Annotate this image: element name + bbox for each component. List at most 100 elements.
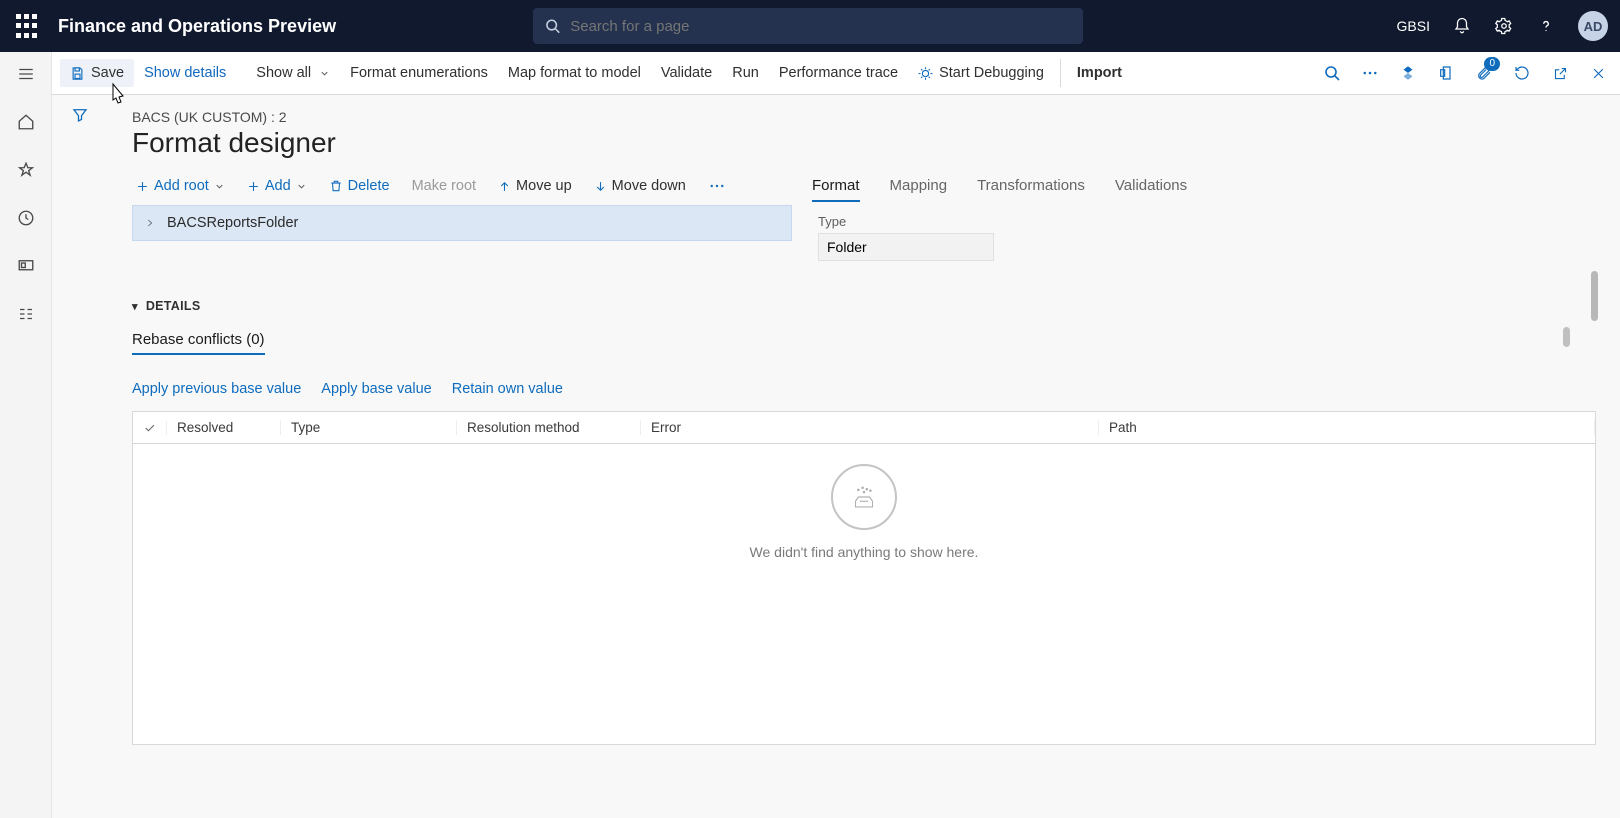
- add-button[interactable]: Add: [243, 174, 311, 198]
- performance-trace-button[interactable]: Performance trace: [769, 59, 908, 87]
- delete-button[interactable]: Delete: [325, 174, 394, 198]
- map-format-button[interactable]: Map format to model: [498, 59, 651, 87]
- ellipsis-icon: [708, 177, 726, 195]
- help-icon[interactable]: [1536, 16, 1556, 36]
- gear-icon[interactable]: [1494, 16, 1514, 36]
- select-all-checkbox[interactable]: [133, 421, 167, 435]
- type-field[interactable]: [818, 233, 994, 261]
- trash-icon: [329, 179, 343, 193]
- attachments-badge: 0: [1484, 57, 1500, 71]
- app-launcher-icon[interactable]: [12, 12, 40, 40]
- conflicts-table: Resolved Type Resolution method Error Pa…: [132, 411, 1596, 745]
- global-search[interactable]: [533, 8, 1083, 44]
- search-icon: [545, 18, 560, 34]
- format-tree: BACSReportsFolder: [132, 205, 792, 241]
- dataverse-icon[interactable]: [1398, 63, 1418, 83]
- debug-icon: [918, 66, 933, 81]
- find-button[interactable]: [1322, 63, 1342, 83]
- filter-icon: [71, 106, 89, 124]
- scrollbar-thumb[interactable]: [1563, 327, 1570, 347]
- col-error[interactable]: Error: [641, 420, 1099, 435]
- star-icon[interactable]: [15, 159, 37, 181]
- empty-message: We didn't find anything to show here.: [750, 544, 979, 560]
- chevron-down-icon: [296, 181, 307, 192]
- col-type[interactable]: Type: [281, 420, 457, 435]
- home-icon[interactable]: [15, 111, 37, 133]
- app-title: Finance and Operations Preview: [58, 16, 336, 37]
- right-panel: Format Mapping Transformations Validatio…: [812, 173, 1596, 261]
- details-header[interactable]: ▾ DETAILS: [132, 299, 1596, 313]
- tab-validations[interactable]: Validations: [1115, 173, 1187, 202]
- show-details-button[interactable]: Show details: [134, 59, 236, 87]
- avatar[interactable]: AD: [1578, 11, 1608, 41]
- scrollbar-thumb[interactable]: [1591, 271, 1598, 321]
- workspace-icon[interactable]: [15, 255, 37, 277]
- popout-button[interactable]: [1550, 63, 1570, 83]
- check-icon: [143, 421, 156, 435]
- close-icon: [1591, 66, 1606, 81]
- tab-mapping[interactable]: Mapping: [890, 173, 948, 202]
- toolbar-more-button[interactable]: [704, 173, 730, 199]
- make-root-button: Make root: [408, 174, 480, 198]
- empty-icon: [831, 464, 897, 530]
- top-right: GBSI AD: [1397, 0, 1608, 52]
- format-enumerations-button[interactable]: Format enumerations: [340, 59, 498, 87]
- refresh-icon: [1514, 65, 1530, 81]
- left-rail: [0, 52, 52, 818]
- more-button[interactable]: [1360, 63, 1380, 83]
- tab-format[interactable]: Format: [812, 173, 860, 202]
- col-path[interactable]: Path: [1099, 420, 1595, 435]
- arrow-down-icon: [594, 180, 607, 193]
- empty-state: We didn't find anything to show here.: [133, 444, 1595, 744]
- show-all-dropdown[interactable]: Show all: [246, 59, 340, 87]
- arrow-up-icon: [498, 180, 511, 193]
- search-input[interactable]: [570, 18, 1071, 35]
- import-button[interactable]: Import: [1067, 59, 1132, 87]
- recent-icon[interactable]: [15, 207, 37, 229]
- designer-toolbar: Add root Add Delete Make root Move up: [132, 173, 792, 199]
- retain-own-button[interactable]: Retain own value: [452, 381, 563, 397]
- move-down-button[interactable]: Move down: [590, 174, 690, 198]
- apply-base-button[interactable]: Apply base value: [321, 381, 431, 397]
- command-bar: Save Show details Show all Format enumer…: [52, 52, 1620, 95]
- breadcrumb: BACS (UK CUSTOM) : 2: [132, 109, 1596, 125]
- bell-icon[interactable]: [1452, 16, 1472, 36]
- tab-transformations[interactable]: Transformations: [977, 173, 1085, 202]
- apply-previous-base-button[interactable]: Apply previous base value: [132, 381, 301, 397]
- search-icon: [1324, 65, 1340, 81]
- apply-bar: Apply previous base value Apply base val…: [132, 381, 1596, 397]
- attachments-button[interactable]: 0: [1474, 63, 1494, 83]
- close-button[interactable]: [1588, 63, 1608, 83]
- add-root-button[interactable]: Add root: [132, 174, 229, 198]
- save-icon: [70, 66, 85, 81]
- chevron-down-icon: [319, 68, 330, 79]
- col-resolved[interactable]: Resolved: [167, 420, 281, 435]
- run-button[interactable]: Run: [722, 59, 769, 87]
- table-header: Resolved Type Resolution method Error Pa…: [133, 412, 1595, 444]
- modules-icon[interactable]: [15, 303, 37, 325]
- type-label: Type: [818, 214, 1596, 229]
- validate-button[interactable]: Validate: [651, 59, 722, 87]
- top-bar: Finance and Operations Preview GBSI AD: [0, 0, 1620, 52]
- company-code[interactable]: GBSI: [1397, 18, 1430, 34]
- popout-icon: [1553, 66, 1568, 81]
- chevron-down-icon: [214, 181, 225, 192]
- ellipsis-icon: [1361, 64, 1379, 82]
- page-title: Format designer: [132, 127, 1596, 159]
- plus-icon: [247, 180, 260, 193]
- save-button[interactable]: Save: [60, 59, 134, 87]
- caret-down-icon: ▾: [132, 300, 138, 313]
- start-debugging-button[interactable]: Start Debugging: [908, 59, 1054, 87]
- tree-node-root[interactable]: BACSReportsFolder: [132, 205, 792, 241]
- tree-node-label: BACSReportsFolder: [167, 215, 298, 231]
- subtab-rebase-conflicts[interactable]: Rebase conflicts (0): [132, 331, 265, 355]
- move-up-button[interactable]: Move up: [494, 174, 576, 198]
- refresh-button[interactable]: [1512, 63, 1532, 83]
- plus-icon: [136, 180, 149, 193]
- col-resolution-method[interactable]: Resolution method: [457, 420, 641, 435]
- main-content: BACS (UK CUSTOM) : 2 Format designer Add…: [108, 95, 1620, 818]
- office-icon[interactable]: [1436, 63, 1456, 83]
- caret-right-icon: [145, 218, 155, 228]
- filter-toggle[interactable]: [69, 104, 91, 126]
- hamburger-icon[interactable]: [15, 63, 37, 85]
